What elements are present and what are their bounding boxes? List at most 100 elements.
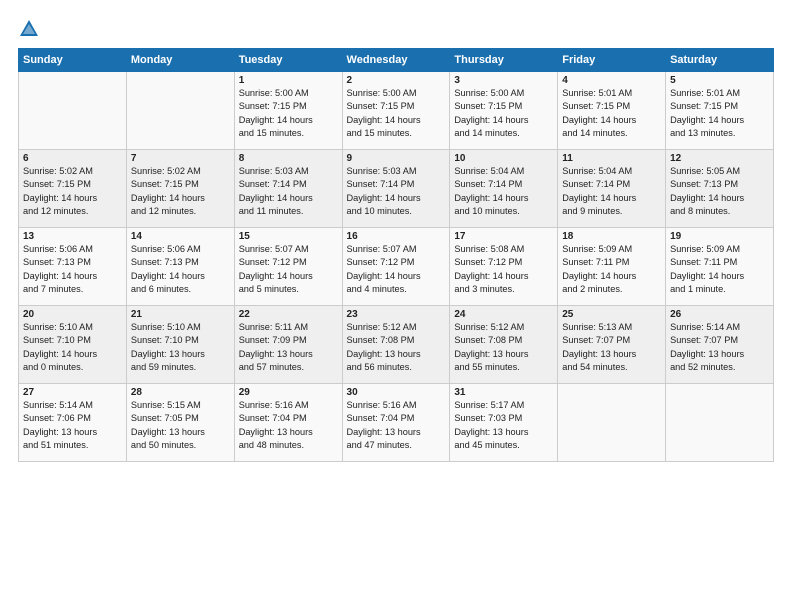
cell-0-6: 5Sunrise: 5:01 AM Sunset: 7:15 PM Daylig… <box>666 72 774 150</box>
cell-content: Sunrise: 5:03 AM Sunset: 7:14 PM Dayligh… <box>347 165 446 218</box>
cell-1-3: 9Sunrise: 5:03 AM Sunset: 7:14 PM Daylig… <box>342 150 450 228</box>
cell-content: Sunrise: 5:13 AM Sunset: 7:07 PM Dayligh… <box>562 321 661 374</box>
day-number: 4 <box>562 75 661 86</box>
cell-content: Sunrise: 5:04 AM Sunset: 7:14 PM Dayligh… <box>562 165 661 218</box>
day-number: 5 <box>670 75 769 86</box>
cell-content: Sunrise: 5:09 AM Sunset: 7:11 PM Dayligh… <box>562 243 661 296</box>
cell-2-0: 13Sunrise: 5:06 AM Sunset: 7:13 PM Dayli… <box>19 228 127 306</box>
cell-content: Sunrise: 5:16 AM Sunset: 7:04 PM Dayligh… <box>347 399 446 452</box>
day-number: 23 <box>347 309 446 320</box>
cell-content: Sunrise: 5:09 AM Sunset: 7:11 PM Dayligh… <box>670 243 769 296</box>
cell-content: Sunrise: 5:02 AM Sunset: 7:15 PM Dayligh… <box>131 165 230 218</box>
cell-3-3: 23Sunrise: 5:12 AM Sunset: 7:08 PM Dayli… <box>342 306 450 384</box>
col-header-thursday: Thursday <box>450 49 558 72</box>
cell-1-1: 7Sunrise: 5:02 AM Sunset: 7:15 PM Daylig… <box>126 150 234 228</box>
cell-1-5: 11Sunrise: 5:04 AM Sunset: 7:14 PM Dayli… <box>558 150 666 228</box>
cell-content: Sunrise: 5:02 AM Sunset: 7:15 PM Dayligh… <box>23 165 122 218</box>
day-number: 8 <box>239 153 338 164</box>
day-number: 7 <box>131 153 230 164</box>
cell-4-5 <box>558 384 666 462</box>
cell-content: Sunrise: 5:05 AM Sunset: 7:13 PM Dayligh… <box>670 165 769 218</box>
day-number: 6 <box>23 153 122 164</box>
cell-content: Sunrise: 5:14 AM Sunset: 7:06 PM Dayligh… <box>23 399 122 452</box>
day-number: 22 <box>239 309 338 320</box>
cell-2-5: 18Sunrise: 5:09 AM Sunset: 7:11 PM Dayli… <box>558 228 666 306</box>
day-number: 24 <box>454 309 553 320</box>
cell-content: Sunrise: 5:00 AM Sunset: 7:15 PM Dayligh… <box>239 87 338 140</box>
cell-3-0: 20Sunrise: 5:10 AM Sunset: 7:10 PM Dayli… <box>19 306 127 384</box>
day-number: 28 <box>131 387 230 398</box>
cell-content: Sunrise: 5:06 AM Sunset: 7:13 PM Dayligh… <box>23 243 122 296</box>
day-number: 15 <box>239 231 338 242</box>
cell-content: Sunrise: 5:07 AM Sunset: 7:12 PM Dayligh… <box>347 243 446 296</box>
cell-content: Sunrise: 5:16 AM Sunset: 7:04 PM Dayligh… <box>239 399 338 452</box>
cell-content: Sunrise: 5:01 AM Sunset: 7:15 PM Dayligh… <box>670 87 769 140</box>
cell-content: Sunrise: 5:07 AM Sunset: 7:12 PM Dayligh… <box>239 243 338 296</box>
col-header-saturday: Saturday <box>666 49 774 72</box>
cell-2-6: 19Sunrise: 5:09 AM Sunset: 7:11 PM Dayli… <box>666 228 774 306</box>
day-number: 12 <box>670 153 769 164</box>
day-number: 19 <box>670 231 769 242</box>
cell-0-5: 4Sunrise: 5:01 AM Sunset: 7:15 PM Daylig… <box>558 72 666 150</box>
cell-content: Sunrise: 5:04 AM Sunset: 7:14 PM Dayligh… <box>454 165 553 218</box>
col-header-tuesday: Tuesday <box>234 49 342 72</box>
calendar-row-2: 13Sunrise: 5:06 AM Sunset: 7:13 PM Dayli… <box>19 228 774 306</box>
cell-4-6 <box>666 384 774 462</box>
logo <box>18 18 44 40</box>
cell-4-0: 27Sunrise: 5:14 AM Sunset: 7:06 PM Dayli… <box>19 384 127 462</box>
cell-content: Sunrise: 5:06 AM Sunset: 7:13 PM Dayligh… <box>131 243 230 296</box>
cell-content: Sunrise: 5:14 AM Sunset: 7:07 PM Dayligh… <box>670 321 769 374</box>
cell-content: Sunrise: 5:15 AM Sunset: 7:05 PM Dayligh… <box>131 399 230 452</box>
day-number: 31 <box>454 387 553 398</box>
calendar-row-0: 1Sunrise: 5:00 AM Sunset: 7:15 PM Daylig… <box>19 72 774 150</box>
cell-content: Sunrise: 5:08 AM Sunset: 7:12 PM Dayligh… <box>454 243 553 296</box>
col-header-wednesday: Wednesday <box>342 49 450 72</box>
cell-0-4: 3Sunrise: 5:00 AM Sunset: 7:15 PM Daylig… <box>450 72 558 150</box>
day-number: 14 <box>131 231 230 242</box>
cell-0-3: 2Sunrise: 5:00 AM Sunset: 7:15 PM Daylig… <box>342 72 450 150</box>
cell-1-2: 8Sunrise: 5:03 AM Sunset: 7:14 PM Daylig… <box>234 150 342 228</box>
cell-1-0: 6Sunrise: 5:02 AM Sunset: 7:15 PM Daylig… <box>19 150 127 228</box>
cell-0-1 <box>126 72 234 150</box>
cell-0-2: 1Sunrise: 5:00 AM Sunset: 7:15 PM Daylig… <box>234 72 342 150</box>
cell-2-4: 17Sunrise: 5:08 AM Sunset: 7:12 PM Dayli… <box>450 228 558 306</box>
cell-content: Sunrise: 5:00 AM Sunset: 7:15 PM Dayligh… <box>454 87 553 140</box>
cell-content: Sunrise: 5:10 AM Sunset: 7:10 PM Dayligh… <box>23 321 122 374</box>
cell-content: Sunrise: 5:03 AM Sunset: 7:14 PM Dayligh… <box>239 165 338 218</box>
cell-2-2: 15Sunrise: 5:07 AM Sunset: 7:12 PM Dayli… <box>234 228 342 306</box>
day-number: 9 <box>347 153 446 164</box>
calendar-table: SundayMondayTuesdayWednesdayThursdayFrid… <box>18 48 774 462</box>
header <box>18 18 774 40</box>
day-number: 2 <box>347 75 446 86</box>
cell-4-1: 28Sunrise: 5:15 AM Sunset: 7:05 PM Dayli… <box>126 384 234 462</box>
cell-2-3: 16Sunrise: 5:07 AM Sunset: 7:12 PM Dayli… <box>342 228 450 306</box>
day-number: 26 <box>670 309 769 320</box>
day-number: 1 <box>239 75 338 86</box>
cell-3-2: 22Sunrise: 5:11 AM Sunset: 7:09 PM Dayli… <box>234 306 342 384</box>
col-header-monday: Monday <box>126 49 234 72</box>
day-number: 27 <box>23 387 122 398</box>
day-number: 20 <box>23 309 122 320</box>
cell-3-6: 26Sunrise: 5:14 AM Sunset: 7:07 PM Dayli… <box>666 306 774 384</box>
calendar-row-1: 6Sunrise: 5:02 AM Sunset: 7:15 PM Daylig… <box>19 150 774 228</box>
day-number: 11 <box>562 153 661 164</box>
cell-content: Sunrise: 5:12 AM Sunset: 7:08 PM Dayligh… <box>454 321 553 374</box>
cell-content: Sunrise: 5:11 AM Sunset: 7:09 PM Dayligh… <box>239 321 338 374</box>
cell-4-3: 30Sunrise: 5:16 AM Sunset: 7:04 PM Dayli… <box>342 384 450 462</box>
calendar-header: SundayMondayTuesdayWednesdayThursdayFrid… <box>19 49 774 72</box>
cell-0-0 <box>19 72 127 150</box>
cell-content: Sunrise: 5:17 AM Sunset: 7:03 PM Dayligh… <box>454 399 553 452</box>
cell-4-4: 31Sunrise: 5:17 AM Sunset: 7:03 PM Dayli… <box>450 384 558 462</box>
logo-icon <box>18 18 40 40</box>
cell-content: Sunrise: 5:10 AM Sunset: 7:10 PM Dayligh… <box>131 321 230 374</box>
day-number: 30 <box>347 387 446 398</box>
day-number: 25 <box>562 309 661 320</box>
day-number: 18 <box>562 231 661 242</box>
day-number: 16 <box>347 231 446 242</box>
cell-content: Sunrise: 5:01 AM Sunset: 7:15 PM Dayligh… <box>562 87 661 140</box>
day-number: 21 <box>131 309 230 320</box>
col-header-sunday: Sunday <box>19 49 127 72</box>
cell-3-4: 24Sunrise: 5:12 AM Sunset: 7:08 PM Dayli… <box>450 306 558 384</box>
day-number: 3 <box>454 75 553 86</box>
calendar-row-3: 20Sunrise: 5:10 AM Sunset: 7:10 PM Dayli… <box>19 306 774 384</box>
